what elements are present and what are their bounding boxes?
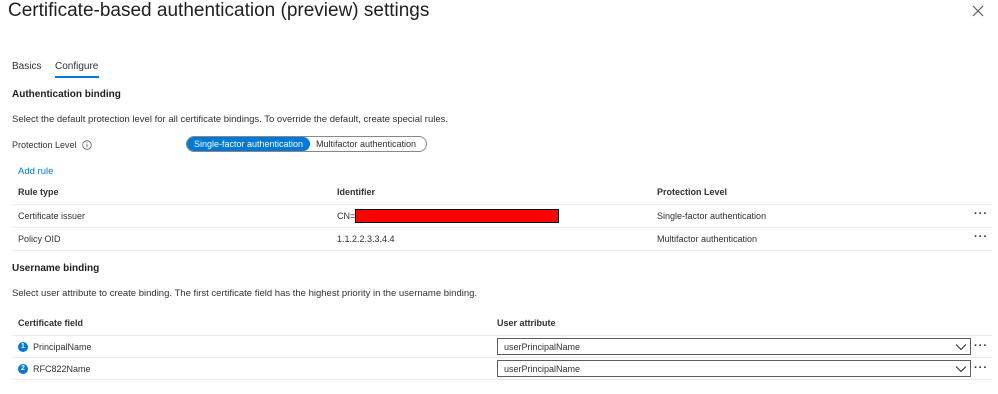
authentication-binding-heading: Authentication binding — [12, 89, 121, 100]
table-divider — [12, 250, 992, 251]
rule-type-cell: Policy OID — [18, 234, 61, 244]
add-rule-link[interactable]: Add rule — [18, 166, 53, 177]
tab-configure[interactable]: Configure — [55, 61, 98, 72]
column-certificate-field: Certificate field — [18, 318, 84, 328]
priority-badge: 2 — [18, 364, 28, 374]
close-icon[interactable] — [970, 3, 986, 19]
redaction-box — [355, 209, 559, 223]
info-icon[interactable] — [82, 140, 92, 150]
table-divider — [12, 204, 992, 205]
identifier-cell: 1.1.2.2.3.3.4.4 — [337, 234, 395, 244]
row-more-button[interactable]: ··· — [974, 340, 988, 352]
chevron-down-icon — [955, 344, 967, 351]
protection-cell: Multifactor authentication — [657, 234, 758, 244]
username-binding-heading: Username binding — [12, 263, 100, 274]
user-attribute-dropdown[interactable]: userPrincipalName — [497, 360, 971, 377]
column-rule-type: Rule type — [18, 187, 59, 197]
tab-basics[interactable]: Basics — [12, 61, 41, 72]
rule-type-cell: Certificate issuer — [18, 211, 86, 221]
protection-level-label: Protection Level — [12, 140, 77, 150]
column-user-attribute: User attribute — [497, 318, 556, 328]
certificate-field-cell: PrincipalName — [33, 342, 92, 352]
column-identifier: Identifier — [337, 187, 376, 197]
tab-selected-indicator — [55, 76, 99, 78]
row-more-button[interactable]: ··· — [974, 362, 988, 374]
table-divider — [12, 335, 992, 336]
priority-badge: 1 — [18, 342, 28, 352]
column-protection-level: Protection Level — [657, 187, 728, 197]
dropdown-value: userPrincipalName — [504, 342, 581, 352]
table-divider — [12, 379, 992, 380]
table-divider — [12, 227, 992, 228]
certificate-field-cell: RFC822Name — [33, 364, 91, 374]
protection-cell: Single-factor authentication — [657, 211, 767, 221]
page-title: Certificate-based authentication (previe… — [8, 0, 430, 21]
identifier-cell: CN= — [337, 211, 356, 221]
username-binding-description: Select user attribute to create binding.… — [12, 288, 478, 299]
row-more-button[interactable]: ··· — [974, 208, 988, 220]
single-factor-option[interactable]: Single-factor authentication — [187, 137, 310, 151]
row-more-button[interactable]: ··· — [974, 231, 988, 243]
user-attribute-dropdown[interactable]: userPrincipalName — [497, 338, 971, 355]
table-divider — [12, 357, 992, 358]
dropdown-value: userPrincipalName — [504, 364, 581, 374]
more-options-button[interactable]: ··· — [405, 3, 421, 18]
multifactor-option[interactable]: Multifactor authentication — [316, 137, 416, 151]
chevron-down-icon — [955, 366, 967, 373]
authentication-binding-description: Select the default protection level for … — [12, 114, 449, 125]
